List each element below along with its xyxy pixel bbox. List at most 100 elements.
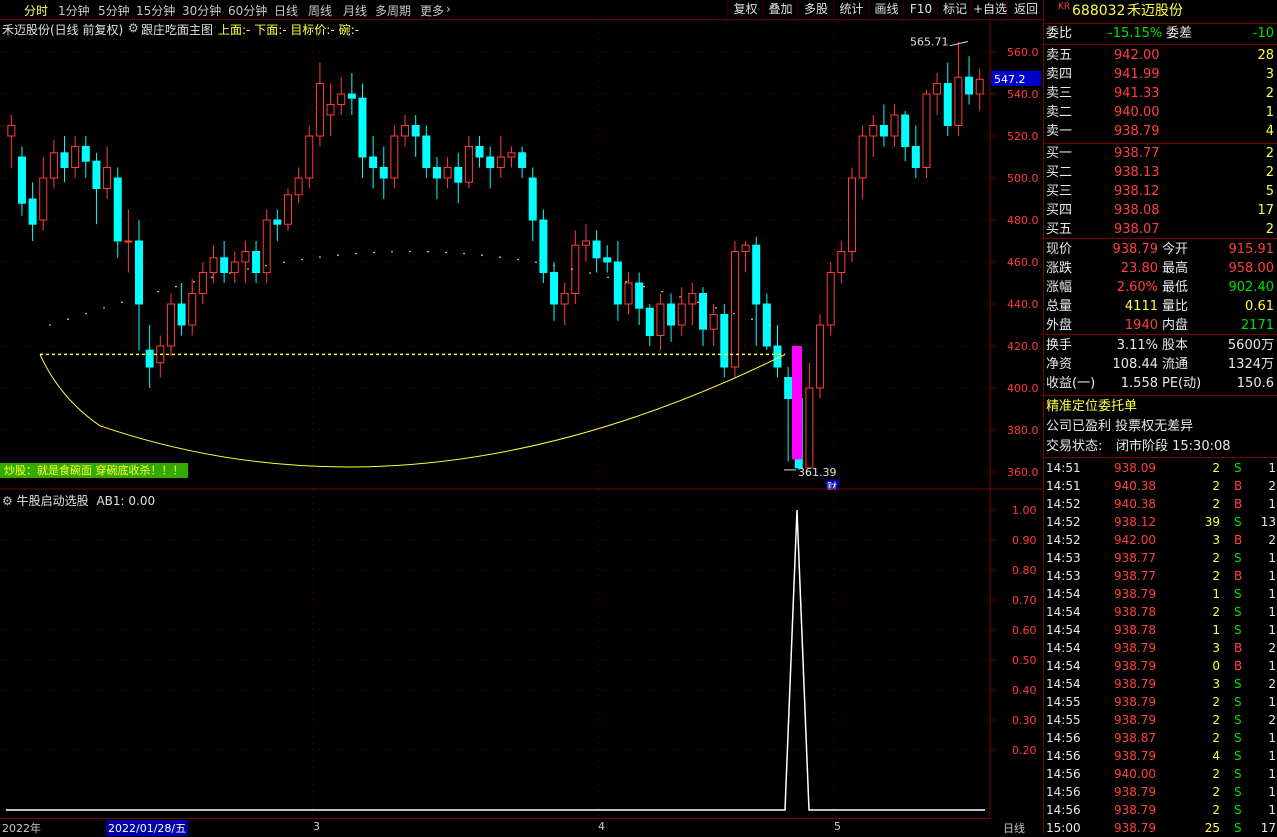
price-tick: 540.0 bbox=[1007, 88, 1039, 101]
toolbar-item-3[interactable]: 15分钟 bbox=[136, 2, 175, 19]
indicator-tick: 1.00 bbox=[1012, 504, 1037, 517]
arc-dot bbox=[715, 307, 717, 309]
chevron-right-icon[interactable]: › bbox=[446, 2, 451, 16]
bid-row[interactable]: 买四 938.08 17 bbox=[1044, 202, 1277, 220]
arc-dot bbox=[751, 318, 753, 321]
candle bbox=[667, 303, 676, 326]
toolbar-item-7[interactable]: 周线 bbox=[308, 2, 332, 19]
toolbar-button-3[interactable]: 统计 bbox=[833, 0, 869, 19]
candle bbox=[379, 167, 388, 179]
arc-dot bbox=[391, 250, 393, 253]
arc-dot bbox=[211, 276, 213, 279]
price-tick: 420.0 bbox=[1007, 340, 1039, 353]
candle bbox=[688, 293, 697, 305]
stock-name: 禾迈股份 bbox=[1127, 3, 1183, 19]
bid-row[interactable]: 买一 938.77 2 bbox=[1044, 145, 1277, 163]
indicator-chart[interactable]: 1.00 0.90 0.80 0.70 0.60 0.50 0.40 0.30 0.20 bbox=[0, 490, 1043, 818]
candle bbox=[581, 240, 590, 246]
candle bbox=[837, 251, 846, 273]
bowl-curve bbox=[39, 353, 786, 468]
tick-row: 14:54 938.78 1 S 1 bbox=[1046, 623, 1276, 637]
bid-row[interactable]: 买三 938.12 5 bbox=[1044, 183, 1277, 201]
ask-row[interactable]: 卖一 938.79 4 bbox=[1044, 123, 1277, 141]
candle bbox=[369, 156, 378, 168]
candle bbox=[518, 152, 527, 169]
top-toolbar: 分时 1分钟 5分钟 15分钟 30分钟 60分钟 日线 周线 月线 多周期 更多 › 复权 叠加 多股统… bbox=[0, 0, 1043, 20]
indicator-tick: 0.30 bbox=[1012, 714, 1037, 727]
arc-dot bbox=[445, 251, 447, 254]
ask-row[interactable]: 卖三 941.33 2 bbox=[1044, 85, 1277, 103]
candle bbox=[241, 251, 250, 263]
toolbar-item-10[interactable]: 更多 bbox=[420, 2, 444, 19]
toolbar-button-1[interactable]: 叠加 bbox=[762, 0, 798, 19]
candle bbox=[230, 261, 239, 273]
candle bbox=[390, 135, 399, 179]
kline-chart[interactable]: 565.71361.39财 560.0540.0520.0500.0480.04… bbox=[0, 20, 1043, 490]
tick-row: 14:54 938.78 2 S 1 bbox=[1046, 605, 1276, 619]
tick-row: 14:56 938.79 2 S 1 bbox=[1046, 803, 1276, 817]
arc-dot bbox=[409, 250, 411, 253]
candle bbox=[252, 251, 261, 273]
candle bbox=[305, 135, 314, 179]
arc-dot bbox=[427, 250, 429, 253]
indicator-tick: 0.40 bbox=[1012, 684, 1037, 697]
toolbar-button-8[interactable]: 返回 bbox=[1007, 0, 1044, 19]
toolbar-item-6[interactable]: 日线 bbox=[274, 2, 298, 19]
arc-dot bbox=[625, 280, 627, 283]
date-label-month-3: 3 bbox=[313, 820, 320, 833]
candle bbox=[890, 114, 899, 137]
arc-dot bbox=[643, 285, 645, 288]
note-entrust[interactable]: 精准定位委托单 bbox=[1044, 398, 1277, 416]
arc-dot bbox=[679, 296, 681, 298]
tick-row: 14:51 938.09 2 S 1 bbox=[1046, 461, 1276, 475]
toolbar-item-8[interactable]: 月线 bbox=[343, 2, 367, 19]
candle bbox=[709, 314, 718, 330]
arc-dot bbox=[697, 301, 699, 304]
toolbar-button-4[interactable]: 画线 bbox=[868, 0, 904, 19]
candle bbox=[315, 83, 324, 137]
toolbar-button-5[interactable]: F10 bbox=[903, 0, 938, 19]
toolbar-button-6[interactable]: 标记 bbox=[937, 0, 972, 19]
candle bbox=[337, 93, 346, 105]
bid-row[interactable]: 买二 938.13 2 bbox=[1044, 164, 1277, 182]
toolbar-item-0[interactable]: 分时 bbox=[24, 2, 48, 19]
candle bbox=[645, 307, 654, 337]
arc-dot bbox=[481, 254, 483, 256]
arc-dot bbox=[769, 324, 771, 326]
price-tick: 380.0 bbox=[1007, 424, 1039, 437]
candle bbox=[560, 293, 569, 305]
toolbar-item-9[interactable]: 多周期 bbox=[375, 2, 411, 19]
candle bbox=[741, 244, 750, 252]
indicator-tick: 0.80 bbox=[1012, 564, 1037, 577]
toolbar-item-4[interactable]: 30分钟 bbox=[182, 2, 221, 19]
note-company: 公司已盈利 投票权无差异 bbox=[1046, 419, 1194, 434]
arc-dot bbox=[499, 256, 501, 258]
ask-row[interactable]: 卖五 942.00 28 bbox=[1044, 47, 1277, 65]
toolbar-item-2[interactable]: 5分钟 bbox=[98, 2, 130, 19]
toolbar-button-0[interactable]: 复权 bbox=[727, 0, 763, 19]
arc-dot bbox=[247, 268, 249, 270]
quote-header: KR 688032 禾迈股份 bbox=[1044, 1, 1277, 21]
indicator-tick: 0.90 bbox=[1012, 534, 1037, 547]
candle bbox=[145, 349, 154, 368]
ask-row[interactable]: 卖四 941.99 3 bbox=[1044, 66, 1277, 84]
price-tick: 460.0 bbox=[1007, 256, 1039, 269]
candle bbox=[422, 135, 431, 168]
candle bbox=[475, 146, 484, 158]
toolbar-button-7[interactable]: +自选 bbox=[971, 0, 1008, 19]
toolbar-item-1[interactable]: 1分钟 bbox=[58, 2, 90, 19]
candle bbox=[92, 160, 101, 189]
arc-dot bbox=[103, 307, 105, 309]
toolbar-button-2[interactable]: 多股 bbox=[797, 0, 834, 19]
ask-row[interactable]: 卖二 940.00 1 bbox=[1044, 104, 1277, 122]
arc-dot bbox=[229, 272, 231, 274]
candle bbox=[635, 282, 644, 309]
tick-row: 14:53 938.77 2 S 1 bbox=[1046, 551, 1276, 565]
candle bbox=[262, 219, 271, 273]
candle bbox=[592, 240, 601, 259]
bid-row[interactable]: 买五 938.07 2 bbox=[1044, 221, 1277, 239]
arc-dot bbox=[571, 268, 573, 270]
candle bbox=[326, 104, 335, 116]
toolbar-item-5[interactable]: 60分钟 bbox=[228, 2, 267, 19]
date-label-month-4: 4 bbox=[598, 820, 605, 833]
